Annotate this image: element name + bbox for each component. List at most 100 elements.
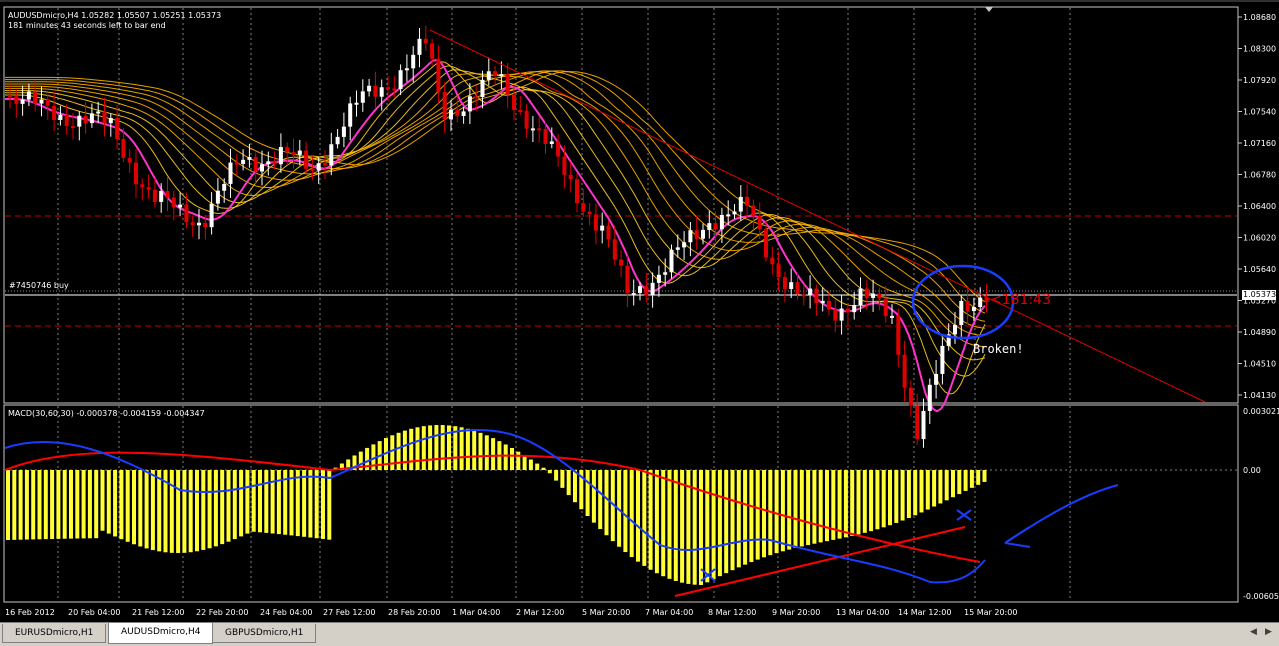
candle-body <box>45 99 50 106</box>
histogram-bar <box>875 470 880 530</box>
histogram-bar <box>951 470 955 498</box>
candle-body <box>134 162 138 185</box>
price-label: 1.04510 <box>1243 360 1276 369</box>
tab-audusd[interactable]: AUDUSDmicro,H4 <box>108 623 214 644</box>
candle-body <box>600 225 605 231</box>
main-chart-frame <box>3 6 1239 404</box>
candle-body <box>764 229 768 258</box>
candle-body <box>575 179 579 204</box>
histogram-bar <box>573 470 577 503</box>
candle-body <box>209 203 214 228</box>
histogram-bar <box>327 470 332 540</box>
histogram-bar <box>541 467 546 470</box>
order-label: #7450746 buy <box>9 281 69 290</box>
histogram-bar <box>251 470 256 532</box>
candle-body <box>959 300 964 325</box>
scroll-right-icon[interactable]: ▶ <box>1265 627 1272 637</box>
histogram-bar <box>749 470 754 563</box>
candle-body <box>839 308 844 321</box>
histogram-bar <box>743 470 748 565</box>
histogram-bar <box>963 470 968 491</box>
candle-body <box>908 387 913 406</box>
histogram-bar <box>295 470 300 537</box>
candle-body <box>146 187 151 190</box>
histogram-bar <box>18 470 23 540</box>
histogram-bar <box>434 425 439 470</box>
candle-body <box>638 286 642 293</box>
histogram-bar <box>843 470 848 538</box>
histogram-bar <box>465 428 470 470</box>
histogram-bar <box>113 470 118 537</box>
histogram-bar <box>673 470 678 581</box>
time-label: 7 Mar 04:00 <box>645 608 693 617</box>
candle-body <box>8 95 12 97</box>
candle-body <box>543 128 548 144</box>
candle-body <box>71 126 75 129</box>
candle-body <box>556 141 561 157</box>
macd-axis-label: 0.003021 <box>1243 407 1279 416</box>
histogram-bar <box>667 470 672 579</box>
histogram-bar <box>390 435 395 470</box>
histogram-bar <box>944 470 949 501</box>
candle-body <box>814 288 819 304</box>
candle-body <box>272 161 277 165</box>
candle-body <box>757 216 762 230</box>
tab-gbpusd[interactable]: GBPUSDmicro,H1 <box>212 624 317 643</box>
candle-body <box>404 68 409 71</box>
time-label: 8 Mar 12:00 <box>708 608 756 617</box>
candle-body <box>348 103 353 127</box>
histogram-bar <box>37 470 42 540</box>
time-axis: 16 Feb 2012 20 Feb 04:00 21 Feb 12:00 22 Fe… <box>5 608 1017 617</box>
candle-body <box>417 38 422 55</box>
candle-body <box>801 294 806 297</box>
candle-body <box>386 87 390 90</box>
time-label: 28 Feb 20:00 <box>388 608 440 617</box>
histogram-bar <box>680 470 685 583</box>
current-price-tag: 1.05373 <box>1242 290 1277 300</box>
candle-body <box>159 190 164 202</box>
candle-body <box>474 96 479 99</box>
price-label: 1.06780 <box>1243 171 1276 180</box>
histogram-bar <box>12 470 17 540</box>
histogram-bar <box>900 470 905 521</box>
histogram-bar <box>201 470 206 550</box>
scroll-left-icon[interactable]: ◀ <box>1250 627 1257 637</box>
histogram-bar <box>862 470 867 533</box>
time-label: 13 Mar 04:00 <box>836 608 889 617</box>
candle-body <box>524 110 529 129</box>
candle-body <box>486 71 491 80</box>
histogram-bar <box>94 470 99 539</box>
candle-body <box>152 189 157 202</box>
histogram-bar <box>623 470 628 553</box>
candle-body <box>247 157 252 160</box>
tab-eurusd[interactable]: EURUSDmicro,H1 <box>2 624 107 643</box>
macd-histogram <box>6 425 987 585</box>
candle-body <box>619 259 624 266</box>
candle-body <box>505 74 510 95</box>
price-label: 1.05640 <box>1243 265 1276 274</box>
histogram-bar <box>510 447 514 470</box>
candle-body <box>593 214 598 231</box>
chart-window[interactable]: 1.08680 1.08300 1.07920 1.07540 1.07160 1.067… <box>0 0 1279 622</box>
ma-line <box>5 65 986 377</box>
time-label: 24 Feb 04:00 <box>260 608 312 617</box>
candle-body <box>701 229 705 239</box>
candle-body <box>442 91 447 120</box>
candle-body <box>430 43 435 59</box>
histogram-bar <box>138 470 143 547</box>
candle-body <box>965 300 970 312</box>
candle-body <box>776 264 781 278</box>
candle-body <box>751 205 756 217</box>
candle-body <box>738 196 743 212</box>
histogram-bar <box>503 444 508 470</box>
candle-body <box>606 225 611 240</box>
ma-line <box>5 72 985 336</box>
candle-body <box>108 118 113 124</box>
chart-canvas[interactable]: 1.08680 1.08300 1.07920 1.07540 1.07160 1.067… <box>0 0 1279 622</box>
histogram-bar <box>661 470 666 577</box>
candle-body <box>732 211 737 215</box>
candle-body <box>852 305 857 313</box>
candle-body <box>921 410 926 440</box>
histogram-bar <box>591 470 596 523</box>
candle-body <box>789 282 794 290</box>
